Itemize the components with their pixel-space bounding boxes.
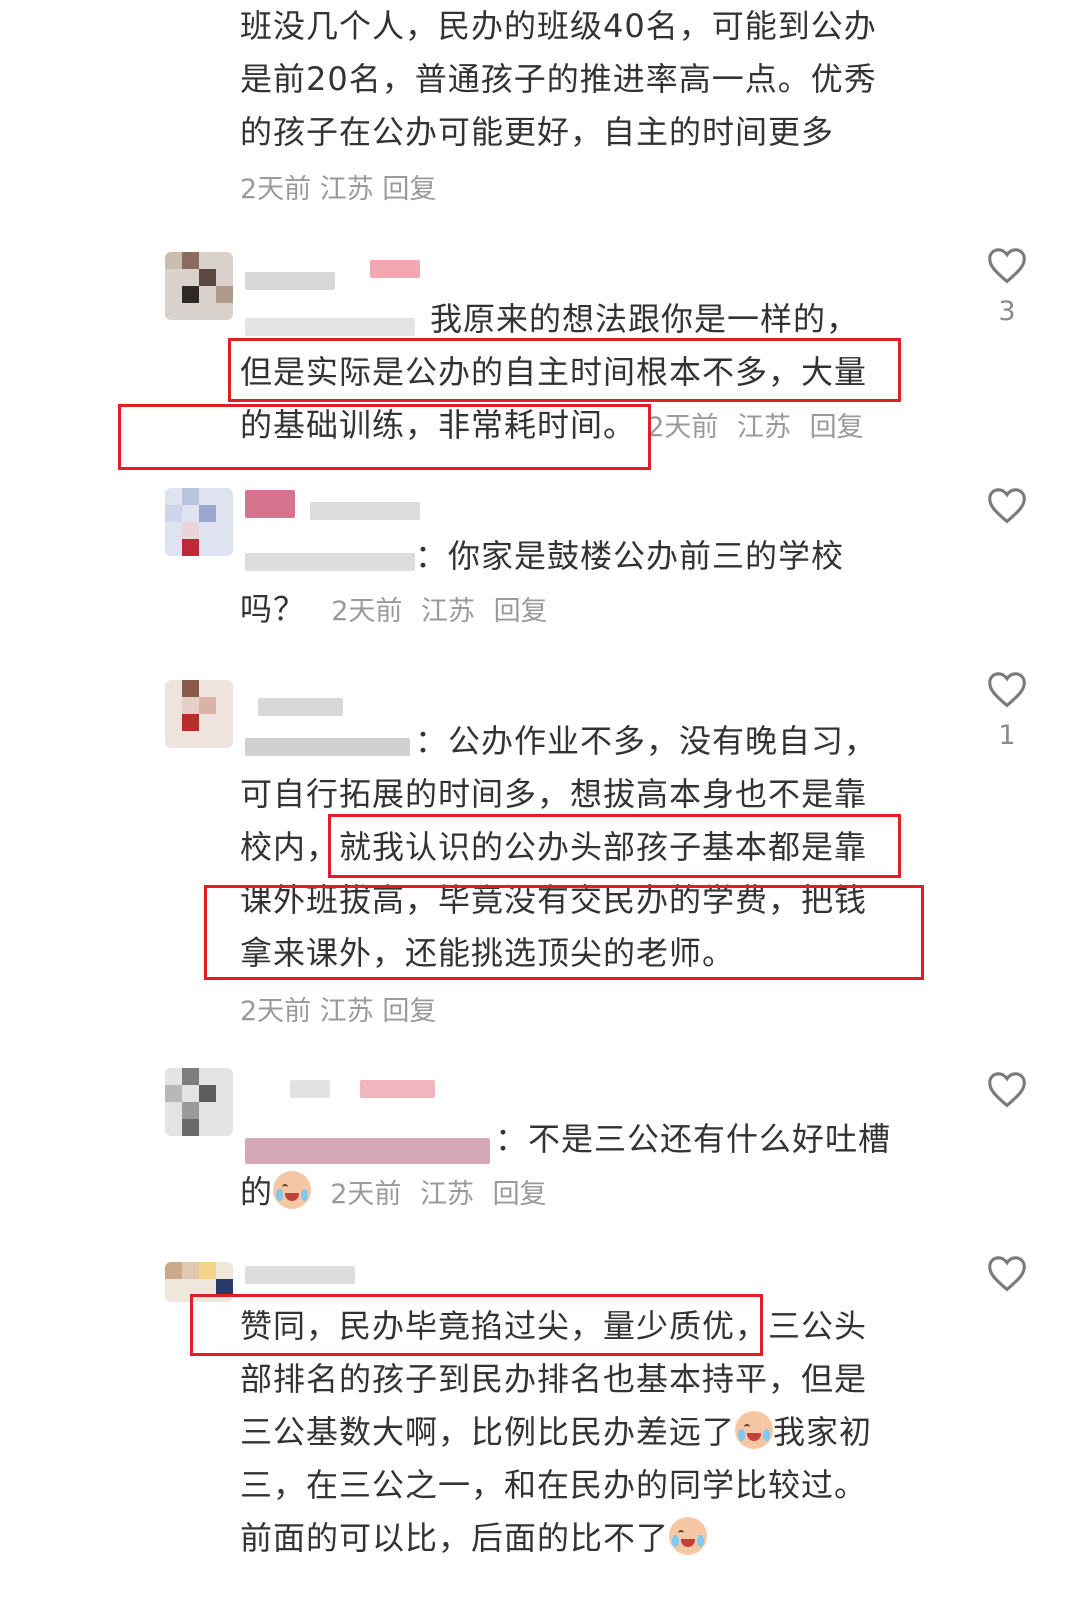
avatar[interactable]	[165, 488, 233, 556]
comment-5-line-1: ：不是三公还有什么好吐槽	[495, 1120, 892, 1158]
comment-1-line-1: 班没几个人，民办的班级40名，可能到公办	[240, 7, 877, 45]
comment-1-meta: 2天前 江苏 回复	[240, 170, 436, 210]
username-blurred[interactable]	[245, 272, 335, 290]
comment-location: 江苏	[319, 174, 374, 205]
comment-location: 江苏	[319, 996, 374, 1027]
like-button[interactable]	[984, 486, 1030, 524]
highlight-box	[204, 885, 924, 980]
like-button[interactable]: 1	[984, 670, 1030, 751]
reply-button[interactable]: 回复	[382, 996, 436, 1027]
avatar[interactable]	[165, 680, 233, 748]
username-blurred[interactable]	[245, 490, 295, 518]
highlight-box	[118, 404, 651, 470]
comment-location: 江苏	[420, 596, 475, 627]
reply-button[interactable]: 回复	[810, 412, 864, 443]
reply-to-blurred	[245, 553, 415, 571]
comment-6-line-3: 三公基数大啊，比例比民办差远了 我家初	[240, 1406, 872, 1459]
reply-button[interactable]: 回复	[493, 1179, 547, 1210]
username-blurred	[370, 260, 420, 278]
comment-6-line-2: 部排名的孩子到民办排名也基本持平，但是	[240, 1360, 868, 1398]
crying-face-emoji	[735, 1411, 774, 1449]
crying-face-emoji	[669, 1517, 708, 1555]
like-button[interactable]	[984, 1070, 1030, 1108]
comment-time: 2天前	[240, 174, 312, 205]
comment-3-line-2: 吗？ 2天前 江苏 回复	[240, 583, 558, 638]
comment-3-meta: 2天前 江苏 回复	[331, 596, 557, 627]
comment-1-line-2: 是前20名，普通孩子的推进率高一点。优秀	[240, 60, 877, 98]
heart-outline-icon	[988, 488, 1026, 524]
like-button[interactable]	[984, 1254, 1030, 1292]
heart-outline-icon	[988, 672, 1026, 708]
avatar[interactable]	[165, 252, 233, 320]
reply-button[interactable]: 回复	[494, 596, 548, 627]
comment-5-line-2: 的 2天前 江苏 回复	[240, 1166, 557, 1221]
heart-outline-icon	[988, 1072, 1026, 1108]
username-blurred[interactable]	[290, 1080, 330, 1098]
reply-button[interactable]: 回复	[382, 174, 436, 205]
comment-location: 江苏	[419, 1179, 474, 1210]
reply-to-blurred	[245, 1138, 490, 1164]
username-blurred	[310, 502, 420, 520]
heart-outline-icon	[988, 248, 1026, 284]
comment-5-line-2-text: 的	[240, 1173, 274, 1211]
comment-2-meta: 2天前 江苏 回复	[647, 412, 873, 443]
comment-time: 2天前	[330, 1179, 402, 1210]
crying-face-emoji	[273, 1171, 312, 1209]
comment-time: 2天前	[331, 596, 403, 627]
username-blurred[interactable]	[258, 698, 343, 716]
highlight-box	[228, 338, 901, 402]
comment-6-line-3-text: 三公基数大啊，比例比民办差远了	[240, 1413, 736, 1451]
comment-3-line-1: ：你家是鼓楼公办前三的学校	[415, 537, 845, 575]
highlight-box	[328, 814, 901, 878]
highlight-box	[190, 1294, 763, 1356]
reply-to-blurred	[245, 738, 410, 756]
comment-time: 2天前	[647, 412, 719, 443]
comment-4-meta: 2天前 江苏 回复	[240, 992, 436, 1032]
comment-6-line-3-tail: 我家初	[773, 1413, 873, 1451]
comment-location: 江苏	[736, 412, 791, 443]
comment-1-line-3: 的孩子在公办可能更好，自主的时间更多	[240, 113, 835, 151]
reply-to-blurred	[245, 318, 415, 336]
heart-outline-icon	[988, 1256, 1026, 1292]
username-blurred	[360, 1080, 435, 1098]
like-button[interactable]: 3	[984, 246, 1030, 327]
username-blurred[interactable]	[245, 1266, 355, 1284]
comment-time: 2天前	[240, 996, 312, 1027]
like-count: 1	[998, 720, 1016, 751]
comment-6-line-4: 三，在三公之一，和在民办的同学比较过。	[240, 1466, 868, 1504]
avatar[interactable]	[165, 1068, 233, 1136]
comment-3-line-2-text: 吗？	[240, 590, 307, 628]
comment-6-line-5-text: 前面的可以比，后面的比不了	[240, 1519, 670, 1557]
like-count: 3	[998, 296, 1016, 327]
comment-6-line-5: 前面的可以比，后面的比不了	[240, 1512, 708, 1565]
comment-5-meta: 2天前 江苏 回复	[330, 1179, 556, 1210]
comment-4-line-1: ：公办作业不多，没有晚自习，	[415, 722, 878, 760]
